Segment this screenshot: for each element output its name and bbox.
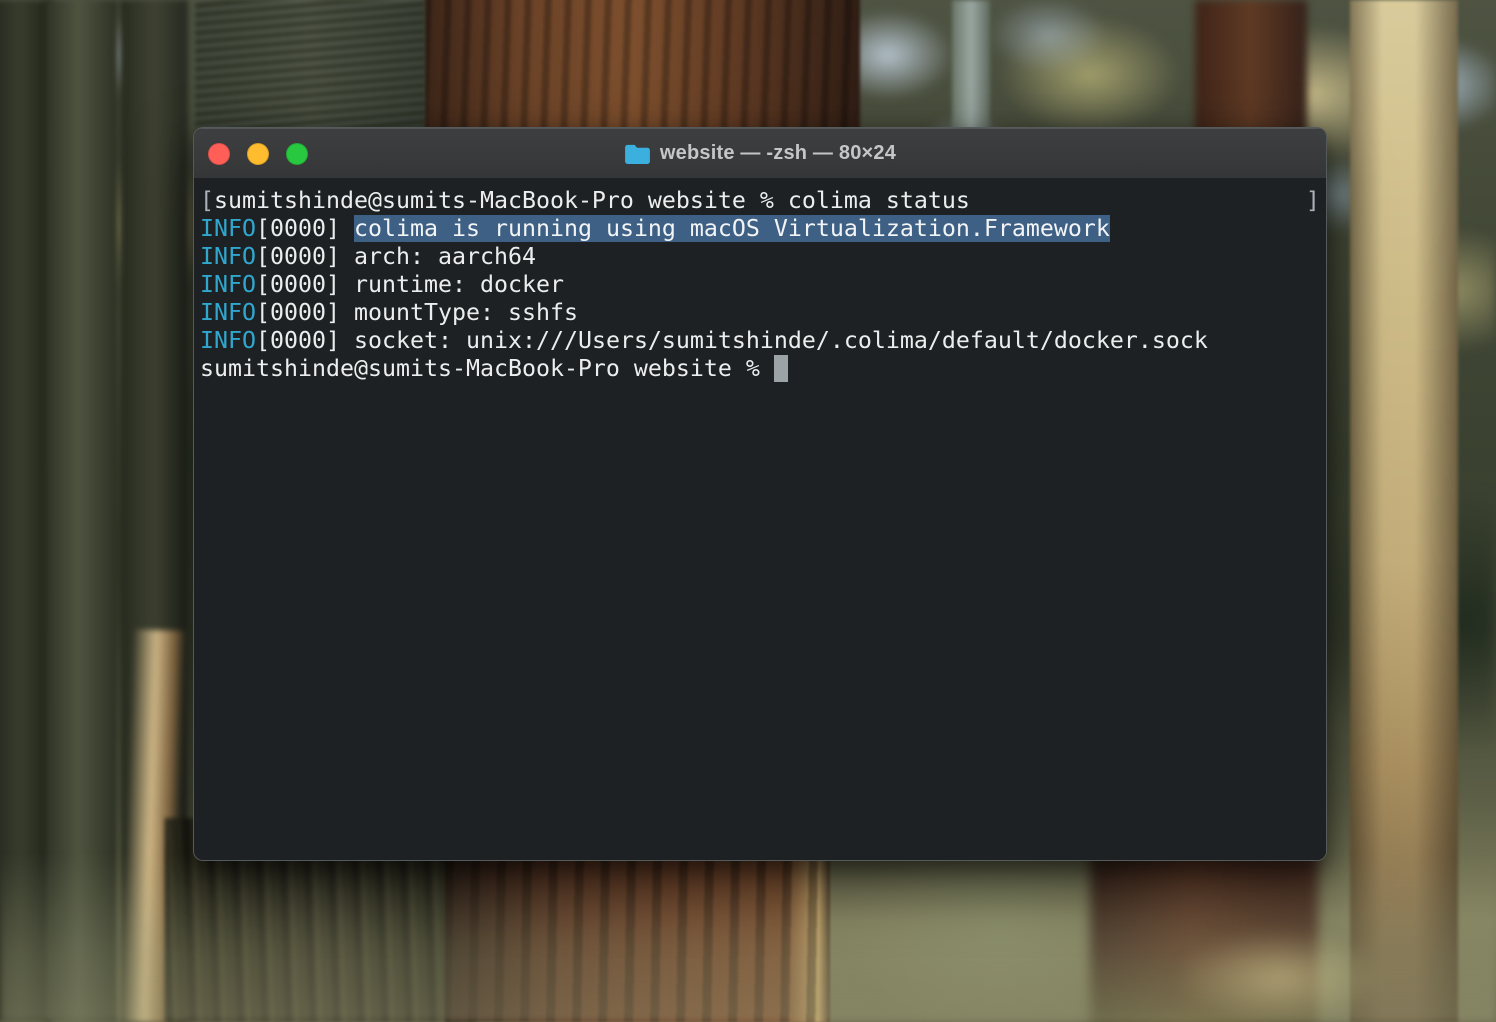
terminal-line: INFO[0000] runtime: docker	[200, 271, 1320, 299]
minimize-button[interactable]	[247, 143, 269, 165]
folder-icon	[624, 143, 651, 164]
terminal-cursor	[774, 355, 788, 382]
terminal-text-segment: [0000]	[256, 271, 354, 298]
window-titlebar[interactable]: website — -zsh — 80×24	[194, 128, 1326, 179]
terminal-text-segment: INFO	[200, 327, 256, 354]
window-title: website — -zsh — 80×24	[660, 142, 896, 165]
terminal-line: [sumitshinde@sumits-MacBook-Pro website …	[200, 187, 1320, 215]
terminal-text-segment: arch: aarch64	[354, 243, 536, 270]
zoom-button[interactable]	[286, 143, 308, 165]
window-title-group: website — -zsh — 80×24	[194, 128, 1326, 178]
terminal-text-segment: [	[200, 187, 214, 214]
terminal-text-segment: socket: unix:///Users/sumitshinde/.colim…	[354, 327, 1208, 354]
terminal-text-segment: [0000]	[256, 215, 354, 242]
terminal-text-segment: mountType: sshfs	[354, 299, 578, 326]
terminal-text-segment: runtime: docker	[354, 271, 564, 298]
terminal-text-segment: [0000]	[256, 299, 354, 326]
terminal-window: website — -zsh — 80×24 [sumitshinde@sumi…	[193, 127, 1327, 861]
terminal-text-segment: sumitshinde@sumits-MacBook-Pro website %	[200, 355, 774, 382]
wallpaper-sun-glow	[1130, 900, 1430, 1022]
close-button[interactable]	[208, 143, 230, 165]
terminal-text-segment: INFO	[200, 299, 256, 326]
traffic-lights	[208, 143, 308, 165]
terminal-line: INFO[0000] socket: unix:///Users/sumitsh…	[200, 327, 1320, 355]
terminal-line: INFO[0000] mountType: sshfs	[200, 299, 1320, 327]
terminal-text-segment: [0000]	[256, 327, 354, 354]
terminal-text-segment: [0000]	[256, 243, 354, 270]
terminal-text-segment	[970, 187, 1306, 214]
terminal-line: INFO[0000] arch: aarch64	[200, 243, 1320, 271]
terminal-text-segment: ]	[1306, 187, 1320, 214]
terminal-text-segment: INFO	[200, 215, 256, 242]
terminal-line: INFO[0000] colima is running using macOS…	[200, 215, 1320, 243]
wallpaper-tree-trunk	[952, 0, 990, 140]
terminal-text-segment: sumitshinde@sumits-MacBook-Pro website %…	[214, 187, 970, 214]
terminal-text-segment: INFO	[200, 243, 256, 270]
terminal-text-segment: INFO	[200, 271, 256, 298]
terminal-line: sumitshinde@sumits-MacBook-Pro website %	[200, 355, 1320, 383]
terminal-content[interactable]: [sumitshinde@sumits-MacBook-Pro website …	[194, 178, 1326, 860]
terminal-text-segment: colima is running using macOS Virtualiza…	[354, 215, 1110, 242]
